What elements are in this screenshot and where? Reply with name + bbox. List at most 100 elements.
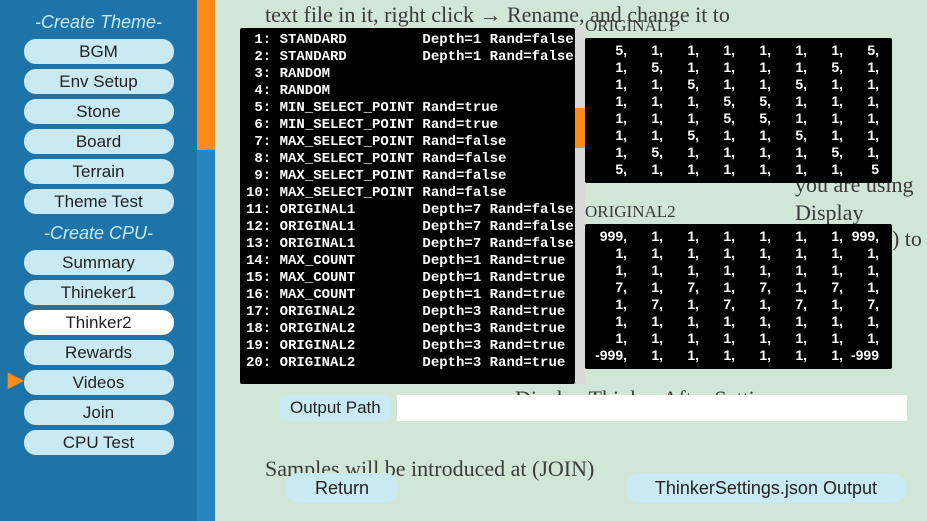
grid-cell: 1, xyxy=(843,279,879,296)
grid-cell: 1, xyxy=(807,296,843,313)
grid-cell: 1, xyxy=(807,42,843,59)
sidebar-item-join[interactable]: Join xyxy=(24,400,174,425)
grid-cell: 1, xyxy=(627,330,663,347)
grid-cell: 1, xyxy=(663,161,699,178)
grid-cell: 1, xyxy=(591,330,627,347)
grid-cell: 1, xyxy=(807,110,843,127)
grid-cell: 5, xyxy=(771,127,807,144)
grid-cell: 1, xyxy=(771,279,807,296)
grid-cell: 1, xyxy=(807,228,843,245)
scrollbar[interactable] xyxy=(575,28,585,384)
grid-cell: 5, xyxy=(735,93,771,110)
return-button[interactable]: Return xyxy=(285,473,399,503)
grid-cell: 1, xyxy=(699,59,735,76)
grid-cell: 1, xyxy=(699,127,735,144)
grid-cell: 1, xyxy=(663,313,699,330)
grid-cell: 7, xyxy=(735,279,771,296)
grid-cell: 7, xyxy=(663,279,699,296)
grid-cell: 1, xyxy=(771,144,807,161)
grid-cell: 1, xyxy=(591,127,627,144)
grid-cell: 1, xyxy=(591,93,627,110)
grid-cell: 1, xyxy=(663,228,699,245)
grid-cell: 1, xyxy=(735,228,771,245)
grid-cell: 5, xyxy=(663,76,699,93)
selection-arrow-icon: ▶ xyxy=(8,367,23,392)
grid-cell: 1, xyxy=(627,161,663,178)
grid-cell: 1, xyxy=(771,42,807,59)
grid-cell: 5, xyxy=(663,127,699,144)
grid-cell: 1, xyxy=(627,127,663,144)
grid-cell: 1, xyxy=(843,330,879,347)
sidebar-item-terrain[interactable]: Terrain xyxy=(24,159,174,184)
grid-cell: 1, xyxy=(735,161,771,178)
sidebar-item-bgm[interactable]: BGM xyxy=(24,39,174,64)
output-path-label: Output Path xyxy=(280,395,391,421)
grid-cell: 7, xyxy=(807,279,843,296)
config-list-panel: 1: STANDARD Depth=1 Rand=false 2: STANDA… xyxy=(240,28,575,384)
sidebar-item-thinker1[interactable]: Thineker1 xyxy=(24,280,174,305)
output-path-input[interactable] xyxy=(397,395,907,421)
grid-cell: 1, xyxy=(699,76,735,93)
grid-cell: 1, xyxy=(843,76,879,93)
original2-label: ORIGINAL2 xyxy=(585,202,676,222)
grid-cell: 1, xyxy=(735,245,771,262)
grid-cell: 1, xyxy=(699,279,735,296)
grid-cell: 1, xyxy=(627,93,663,110)
grid-cell: 1, xyxy=(627,110,663,127)
grid-cell: 1, xyxy=(771,161,807,178)
grid-cell: 1, xyxy=(771,347,807,364)
grid-cell: 1, xyxy=(843,262,879,279)
save-settings-button[interactable]: ThinkerSettings.json Output xyxy=(625,473,907,503)
sidebar-item-thinker2[interactable]: Thinker2 xyxy=(24,310,174,335)
sidebar-item-cpu-test[interactable]: CPU Test xyxy=(24,430,174,455)
grid-cell: 1, xyxy=(843,144,879,161)
grid-cell: 1, xyxy=(807,161,843,178)
grid-cell: 7, xyxy=(627,296,663,313)
grid-cell: 1, xyxy=(591,144,627,161)
grid-cell: 1, xyxy=(663,296,699,313)
grid-cell: 1, xyxy=(735,347,771,364)
section-create-theme: -Create Theme- xyxy=(35,12,162,33)
grid-cell: 1, xyxy=(699,347,735,364)
grid-cell: 7, xyxy=(771,296,807,313)
grid-cell: 1, xyxy=(699,330,735,347)
grid-cell: 5, xyxy=(843,42,879,59)
grid-cell: 5, xyxy=(591,42,627,59)
grid-cell: 5, xyxy=(627,59,663,76)
grid-cell: 1, xyxy=(591,76,627,93)
grid-cell: 1, xyxy=(627,262,663,279)
sidebar-item-rewards[interactable]: Rewards xyxy=(24,340,174,365)
grid-cell: 1, xyxy=(843,313,879,330)
grid-cell: 1, xyxy=(627,245,663,262)
grid-cell: 5, xyxy=(771,76,807,93)
grid-cell: 1, xyxy=(591,262,627,279)
grid-cell: 1, xyxy=(627,313,663,330)
grid-cell: 1, xyxy=(843,59,879,76)
grid-cell: 1, xyxy=(627,228,663,245)
section-create-cpu: -Create CPU- xyxy=(44,223,153,244)
grid-cell: 5, xyxy=(735,110,771,127)
sidebar-item-summary[interactable]: Summary xyxy=(24,250,174,275)
grid-cell: 1, xyxy=(663,144,699,161)
grid-cell: -999 xyxy=(843,347,879,364)
grid-cell: 1, xyxy=(843,110,879,127)
sidebar-item-theme-test[interactable]: Theme Test xyxy=(24,189,174,214)
sidebar-item-env-setup[interactable]: Env Setup xyxy=(24,69,174,94)
grid-cell: 1, xyxy=(735,296,771,313)
original1-grid-panel: 5,1,1,1,1,1,1,5,1,5,1,1,1,1,5,1,1,1,5,1,… xyxy=(585,38,892,183)
sidebar-item-stone[interactable]: Stone xyxy=(24,99,174,124)
sidebar-item-board[interactable]: Board xyxy=(24,129,174,154)
grid-cell: 1, xyxy=(591,296,627,313)
grid-cell: 5 xyxy=(843,161,879,178)
grid-cell: 1, xyxy=(735,262,771,279)
main-left-bar-accent xyxy=(197,0,215,150)
grid-cell: 1, xyxy=(807,93,843,110)
sidebar-item-videos[interactable]: Videos xyxy=(24,370,174,395)
scroll-thumb[interactable] xyxy=(575,108,585,148)
grid-cell: 1, xyxy=(627,76,663,93)
grid-cell: 1, xyxy=(663,110,699,127)
grid-cell: 7, xyxy=(843,296,879,313)
grid-cell: 5, xyxy=(627,144,663,161)
grid-cell: 1, xyxy=(735,59,771,76)
grid-cell: 1, xyxy=(735,313,771,330)
